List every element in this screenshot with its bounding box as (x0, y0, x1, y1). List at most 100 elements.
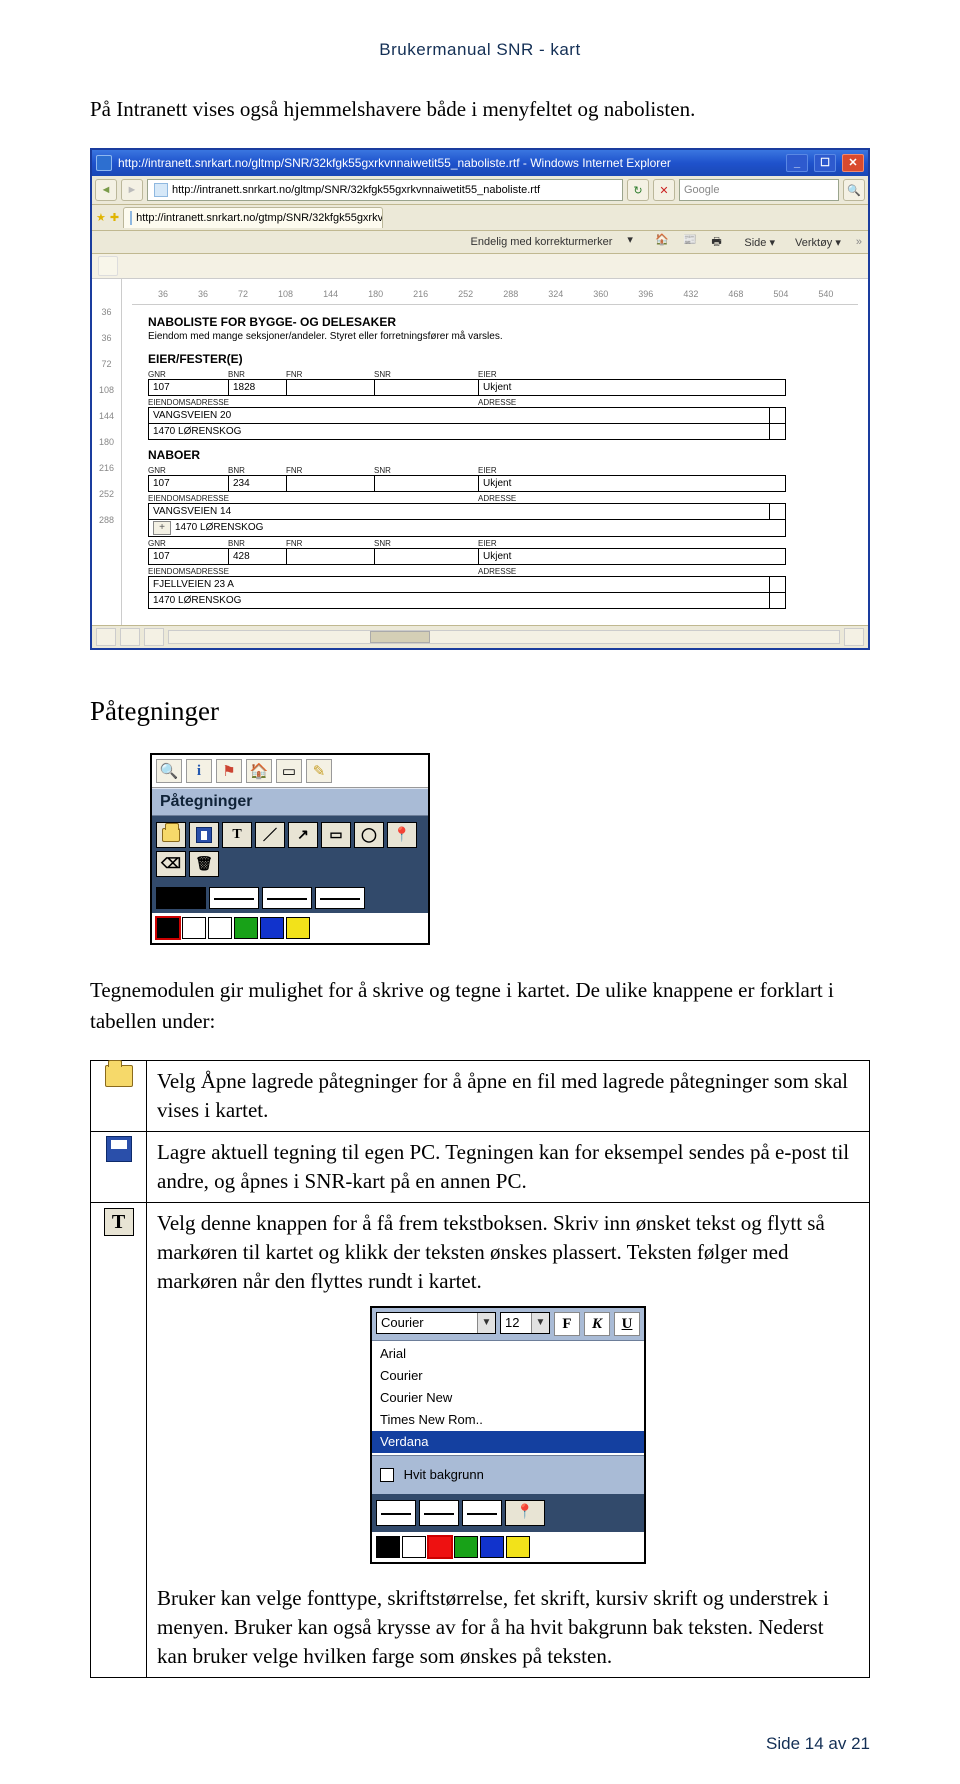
textbox-explain: Velg denne knappen for å få frem tekstbo… (157, 1211, 825, 1293)
fill-outline1[interactable] (209, 887, 259, 909)
pencil-icon[interactable]: ✎ (306, 759, 332, 783)
fill-outline2[interactable] (262, 887, 312, 909)
swatch-black[interactable] (156, 917, 180, 939)
italic-button[interactable]: K (584, 1312, 610, 1336)
rtf-document: NABOLISTE FOR BYGGE- OG DELESAKER Eiendo… (132, 305, 858, 617)
tc-blue[interactable] (480, 1536, 504, 1558)
status-btn[interactable] (96, 628, 116, 646)
status-btn[interactable] (120, 628, 140, 646)
underline-button[interactable]: U (614, 1312, 640, 1336)
letter-t-icon: T (104, 1208, 134, 1236)
rect-button[interactable]: ▭ (321, 822, 351, 848)
erase-button[interactable]: ⌫ (156, 851, 186, 877)
fill-black[interactable] (156, 887, 206, 909)
bg-checkbox-row: Hvit bakgrunn (372, 1455, 644, 1494)
zoom-dropdown-icon[interactable]: ▾ (627, 233, 645, 251)
maximize-button[interactable]: ☐ (814, 154, 836, 172)
minimize-button[interactable]: _ (786, 154, 808, 172)
tbl-save-text: Lagre aktuell tegning til egen PC. Tegni… (147, 1132, 870, 1203)
font-select[interactable]: Courier▼ (376, 1312, 496, 1334)
folder-open-icon (105, 1065, 133, 1087)
swatch-green[interactable] (234, 917, 258, 939)
search-icon[interactable]: 🔍 (843, 179, 865, 201)
tc-white[interactable] (402, 1536, 426, 1558)
add-favorite-icon[interactable]: ✚ (110, 211, 119, 224)
refresh-icon[interactable]: ↻ (627, 179, 649, 201)
hscrollbar[interactable] (168, 630, 840, 644)
swatch-white[interactable] (182, 917, 206, 939)
tab-page-icon (130, 211, 132, 225)
font-option[interactable]: Arial (372, 1343, 644, 1365)
tbl-open-text: Velg Åpne lagrede påtegninger for å åpne… (147, 1061, 870, 1132)
url-input[interactable]: http://intranett.snrkart.no/gltmp/SNR/32… (147, 179, 623, 201)
box-icon[interactable]: ▭ (276, 759, 302, 783)
vertical-ruler: 36 36 72 108 144 180 216 252 288 (92, 279, 122, 625)
line-button[interactable]: ／ (255, 822, 285, 848)
tools-menu[interactable]: Verktøy ▾ (790, 234, 846, 251)
line3[interactable] (462, 1500, 502, 1526)
line2[interactable] (419, 1500, 459, 1526)
open-button[interactable] (156, 822, 186, 848)
floppy-icon (106, 1136, 132, 1162)
section-heading: Påtegninger (90, 696, 870, 727)
naboliste-subtitle: Eiendom med mange seksjoner/andeler. Sty… (148, 331, 842, 342)
tc-red[interactable] (428, 1536, 452, 1558)
trash-button[interactable]: 🗑 (189, 851, 219, 877)
col-labels: GNRBNR FNRSNR EIER (148, 370, 842, 379)
font-option[interactable]: Times New Rom.. (372, 1409, 644, 1431)
circle-button[interactable]: ◯ (354, 822, 384, 848)
pin-icon[interactable]: 📍 (505, 1500, 545, 1526)
print-icon[interactable]: 🖶 (711, 233, 729, 251)
font-option-selected[interactable]: Verdana (372, 1431, 644, 1453)
nav-back-icon[interactable]: ◄ (95, 179, 117, 201)
korrektur-dropdown[interactable]: Endelig med korrekturmerker (466, 234, 618, 250)
nav-forward-icon[interactable]: ► (121, 179, 143, 201)
tc-black[interactable] (376, 1536, 400, 1558)
favorites-icon[interactable]: ★ (96, 211, 106, 224)
bold-button[interactable]: F (554, 1312, 580, 1336)
status-btn[interactable] (144, 628, 164, 646)
line-swatches: 📍 (372, 1494, 644, 1532)
naboliste-title: NABOLISTE FOR BYGGE- OG DELESAKER (148, 315, 842, 329)
expand-icon[interactable]: + (153, 521, 171, 535)
font-option[interactable]: Courier (372, 1365, 644, 1387)
tc-yellow[interactable] (506, 1536, 530, 1558)
eier-header: EIER/FESTER(E) (148, 352, 842, 366)
hvit-bakgrunn-checkbox[interactable] (380, 1468, 394, 1482)
size-select[interactable]: 12▼ (500, 1312, 550, 1334)
house-icon[interactable]: 🏠 (246, 759, 272, 783)
swatch-yellow[interactable] (286, 917, 310, 939)
stop-icon[interactable]: ✕ (653, 179, 675, 201)
status-bar (92, 625, 868, 648)
browser-tab[interactable]: http://intranett.snrkart.no/gtmp/SNR/32k… (123, 207, 383, 228)
tab-row: ★ ✚ http://intranett.snrkart.no/gtmp/SNR… (92, 205, 868, 231)
save-button[interactable] (189, 822, 219, 848)
window-title: http://intranett.snrkart.no/gltmp/SNR/32… (118, 156, 780, 170)
tc-green[interactable] (454, 1536, 478, 1558)
search-icon[interactable]: 🔍 (156, 759, 182, 783)
arrow-button[interactable]: ↗ (288, 822, 318, 848)
rtf-toolbar (92, 254, 868, 279)
fill-outline3[interactable] (315, 887, 365, 909)
font-panel-explain: Bruker kan velge fonttype, skriftstørrel… (157, 1584, 859, 1671)
swatch-red[interactable] (208, 917, 232, 939)
browser-screenshot: http://intranett.snrkart.no/gltmp/SNR/32… (90, 148, 870, 650)
close-button[interactable]: ✕ (842, 154, 864, 172)
page-menu[interactable]: Side ▾ (739, 234, 780, 251)
info-icon[interactable]: i (186, 759, 212, 783)
tbl-text-icon: T (91, 1203, 147, 1677)
color-swatches (152, 913, 428, 943)
search-input[interactable]: Google (679, 179, 839, 201)
home-icon[interactable]: 🏠 (655, 233, 673, 251)
feeds-icon[interactable]: 📰 (683, 233, 701, 251)
left-btn[interactable] (98, 256, 118, 276)
scroll-right[interactable] (844, 628, 864, 646)
pin-button[interactable]: 📍 (387, 822, 417, 848)
swatch-blue[interactable] (260, 917, 284, 939)
pategninger-panel: 🔍 i ⚑ 🏠 ▭ ✎ Påtegninger T ／ ↗ ▭ ◯ 📍 ⌫ 🗑 (150, 753, 430, 945)
line1[interactable] (376, 1500, 416, 1526)
font-option[interactable]: Courier New (372, 1387, 644, 1409)
eier-row: 1071828Ukjent (148, 379, 786, 396)
text-button[interactable]: T (222, 822, 252, 848)
flag-icon[interactable]: ⚑ (216, 759, 242, 783)
